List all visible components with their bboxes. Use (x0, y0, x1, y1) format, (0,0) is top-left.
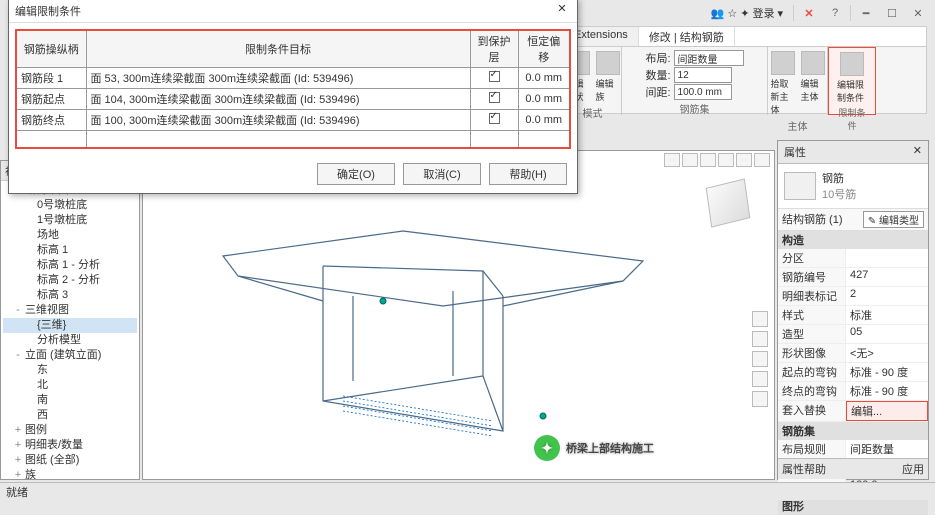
model-view (203, 201, 663, 451)
tree-item[interactable]: 南 (3, 393, 137, 408)
viewport[interactable]: ✦ 桥梁上部结构施工 (142, 150, 775, 480)
tree-item[interactable]: 标高 2 - 分析 (3, 273, 137, 288)
dialog-title: 编辑限制条件 (15, 3, 81, 19)
tree-item[interactable]: {三维} (3, 318, 137, 333)
help-q-icon[interactable]: ? (824, 2, 846, 24)
layout-input[interactable] (674, 50, 744, 66)
help-icon[interactable]: ✦ (740, 7, 749, 20)
ribbon-panel-host: 拾取新主体 编辑主体 主体 (768, 47, 828, 115)
tree-item[interactable]: 1号墩桩底 (3, 213, 137, 228)
prop-category[interactable]: 钢筋集 (778, 422, 928, 440)
prop-row[interactable]: 明细表标记2 (778, 287, 928, 306)
login-link[interactable]: 登录 (752, 5, 774, 21)
table-row[interactable]: 钢筋段 1面 53, 300m连续梁截面 300m连续梁截面 (Id: 5394… (16, 68, 570, 89)
table-row[interactable]: 钢筋终点面 100, 300m连续梁截面 300m连续梁截面 (Id: 5394… (16, 110, 570, 131)
selection-label: 结构钢筋 (1) (782, 211, 843, 228)
spacing-input[interactable] (674, 84, 732, 100)
canvas-tool-icon[interactable] (700, 153, 716, 167)
qty-input[interactable] (674, 67, 732, 83)
prop-row[interactable]: 起点的弯钩标准 - 90 度 (778, 363, 928, 382)
tree-item[interactable]: 标高 1 - 分析 (3, 258, 137, 273)
properties-title: 属性 (784, 144, 806, 160)
tree-item[interactable]: +明细表/数量 (3, 438, 137, 453)
ok-button[interactable]: 确定(O) (317, 163, 395, 185)
ribbon-panel-rebarset: 布局: 数量: 间距: 钢筋集 (622, 47, 768, 115)
edit-type-button[interactable]: ✎ 编辑类型 (863, 211, 924, 228)
pick-host-button[interactable]: 拾取新主体 (769, 49, 797, 118)
nav-icon[interactable] (752, 331, 768, 347)
tree-item[interactable]: 东 (3, 363, 137, 378)
watermark: ✦ 桥梁上部结构施工 (534, 435, 654, 461)
cancel-button[interactable]: 取消(C) (403, 163, 481, 185)
canvas-tool-icon[interactable] (754, 153, 770, 167)
canvas-toolbar (664, 153, 770, 167)
ribbon: Extensions 修改 | 结构钢筋 编辑形状 编辑族 模式 布局: 数量:… (563, 26, 927, 114)
prop-row[interactable]: 造型05 (778, 325, 928, 344)
nav-icon[interactable] (752, 351, 768, 367)
canvas-tool-icon[interactable] (718, 153, 734, 167)
table-row[interactable]: 钢筋起点面 104, 300m连续梁截面 300m连续梁截面 (Id: 5394… (16, 89, 570, 110)
prop-row[interactable]: 形状图像<无> (778, 344, 928, 363)
chevron-down-icon[interactable]: ▾ (777, 7, 783, 20)
prop-row[interactable]: 分区 (778, 249, 928, 268)
type-thumb-icon (784, 172, 816, 200)
tab-modify-rebar[interactable]: 修改 | 结构钢筋 (639, 27, 735, 46)
tree-item[interactable]: 北 (3, 378, 137, 393)
properties-panel: 属性 ✕ 钢筋10号筋 结构钢筋 (1) ✎ 编辑类型 构造分区钢筋编号427明细… (777, 140, 929, 480)
help-button[interactable]: 帮助(H) (489, 163, 567, 185)
view-cube[interactable] (702, 177, 754, 229)
close-x-icon[interactable]: ✕ (798, 2, 820, 24)
tree-item[interactable]: +族 (3, 468, 137, 480)
tree-item[interactable]: 标高 3 (3, 288, 137, 303)
nav-icon[interactable] (752, 391, 768, 407)
canvas-tool-icon[interactable] (736, 153, 752, 167)
tree-item[interactable]: +图纸 (全部) (3, 453, 137, 468)
apply-button[interactable]: 应用 (902, 461, 924, 477)
tree-item[interactable]: 西 (3, 408, 137, 423)
prop-row[interactable]: 套入替换编辑... (778, 401, 928, 422)
checkbox-icon[interactable] (489, 92, 500, 103)
dialog-close-icon[interactable]: ✕ (553, 2, 571, 20)
canvas-tool-icon[interactable] (682, 153, 698, 167)
status-bar: 就绪 (0, 482, 935, 500)
edit-constraints-dialog: 编辑限制条件 ✕ 钢筋操纵柄 限制条件目标 到保护层 恒定偏移 钢筋段 1面 5… (8, 0, 578, 194)
prop-row[interactable]: 钢筋编号427 (778, 268, 928, 287)
type-selector[interactable]: 钢筋10号筋 (778, 164, 928, 209)
tree-item[interactable]: 0号墩桩底 (3, 198, 137, 213)
close-icon[interactable]: ✕ (907, 2, 929, 24)
prop-row[interactable]: 样式标准 (778, 306, 928, 325)
edit-family-button[interactable]: 编辑族 (594, 49, 622, 105)
minimize-icon[interactable]: ━ (855, 2, 877, 24)
close-icon[interactable]: ✕ (913, 144, 922, 160)
tree-item[interactable]: -立面 (建筑立面) (3, 348, 137, 363)
ribbon-panel-constraints: 编辑限制条件 限制条件 (828, 47, 876, 115)
edit-host-button[interactable]: 编辑主体 (799, 49, 827, 118)
maximize-icon[interactable]: ☐ (881, 2, 903, 24)
edit-constraints-button[interactable]: 编辑限制条件 (835, 50, 869, 106)
nav-icon[interactable] (752, 371, 768, 387)
prop-category[interactable]: 构造 (778, 231, 928, 249)
tree-item[interactable]: 标高 1 (3, 243, 137, 258)
prop-row[interactable]: 终点的弯钩标准 - 90 度 (778, 382, 928, 401)
people-icon[interactable]: 👥 (711, 7, 725, 20)
star-icon[interactable]: ☆ (727, 7, 737, 20)
checkbox-icon[interactable] (489, 71, 500, 82)
canvas-tool-icon[interactable] (664, 153, 680, 167)
nav-icon[interactable] (752, 311, 768, 327)
tree-item[interactable]: +图例 (3, 423, 137, 438)
project-browser: 视图 (全部) -结构平面0号墩桩底1号墩桩底场地标高 1标高 1 - 分析标高… (0, 160, 140, 480)
constraints-table: 钢筋操纵柄 限制条件目标 到保护层 恒定偏移 钢筋段 1面 53, 300m连续… (15, 29, 571, 149)
tree-item[interactable]: 分析模型 (3, 333, 137, 348)
prop-help-link[interactable]: 属性帮助 (782, 461, 826, 477)
main-titlebar: 👥 ☆ ✦ 登录 ▾ ✕ ? ━ ☐ ✕ (699, 0, 935, 26)
prop-row[interactable]: 布局规则间距数量 (778, 440, 928, 459)
wechat-icon: ✦ (534, 435, 560, 461)
checkbox-icon[interactable] (489, 113, 500, 124)
tree-item[interactable]: 场地 (3, 228, 137, 243)
tree-item[interactable]: -三维视图 (3, 303, 137, 318)
